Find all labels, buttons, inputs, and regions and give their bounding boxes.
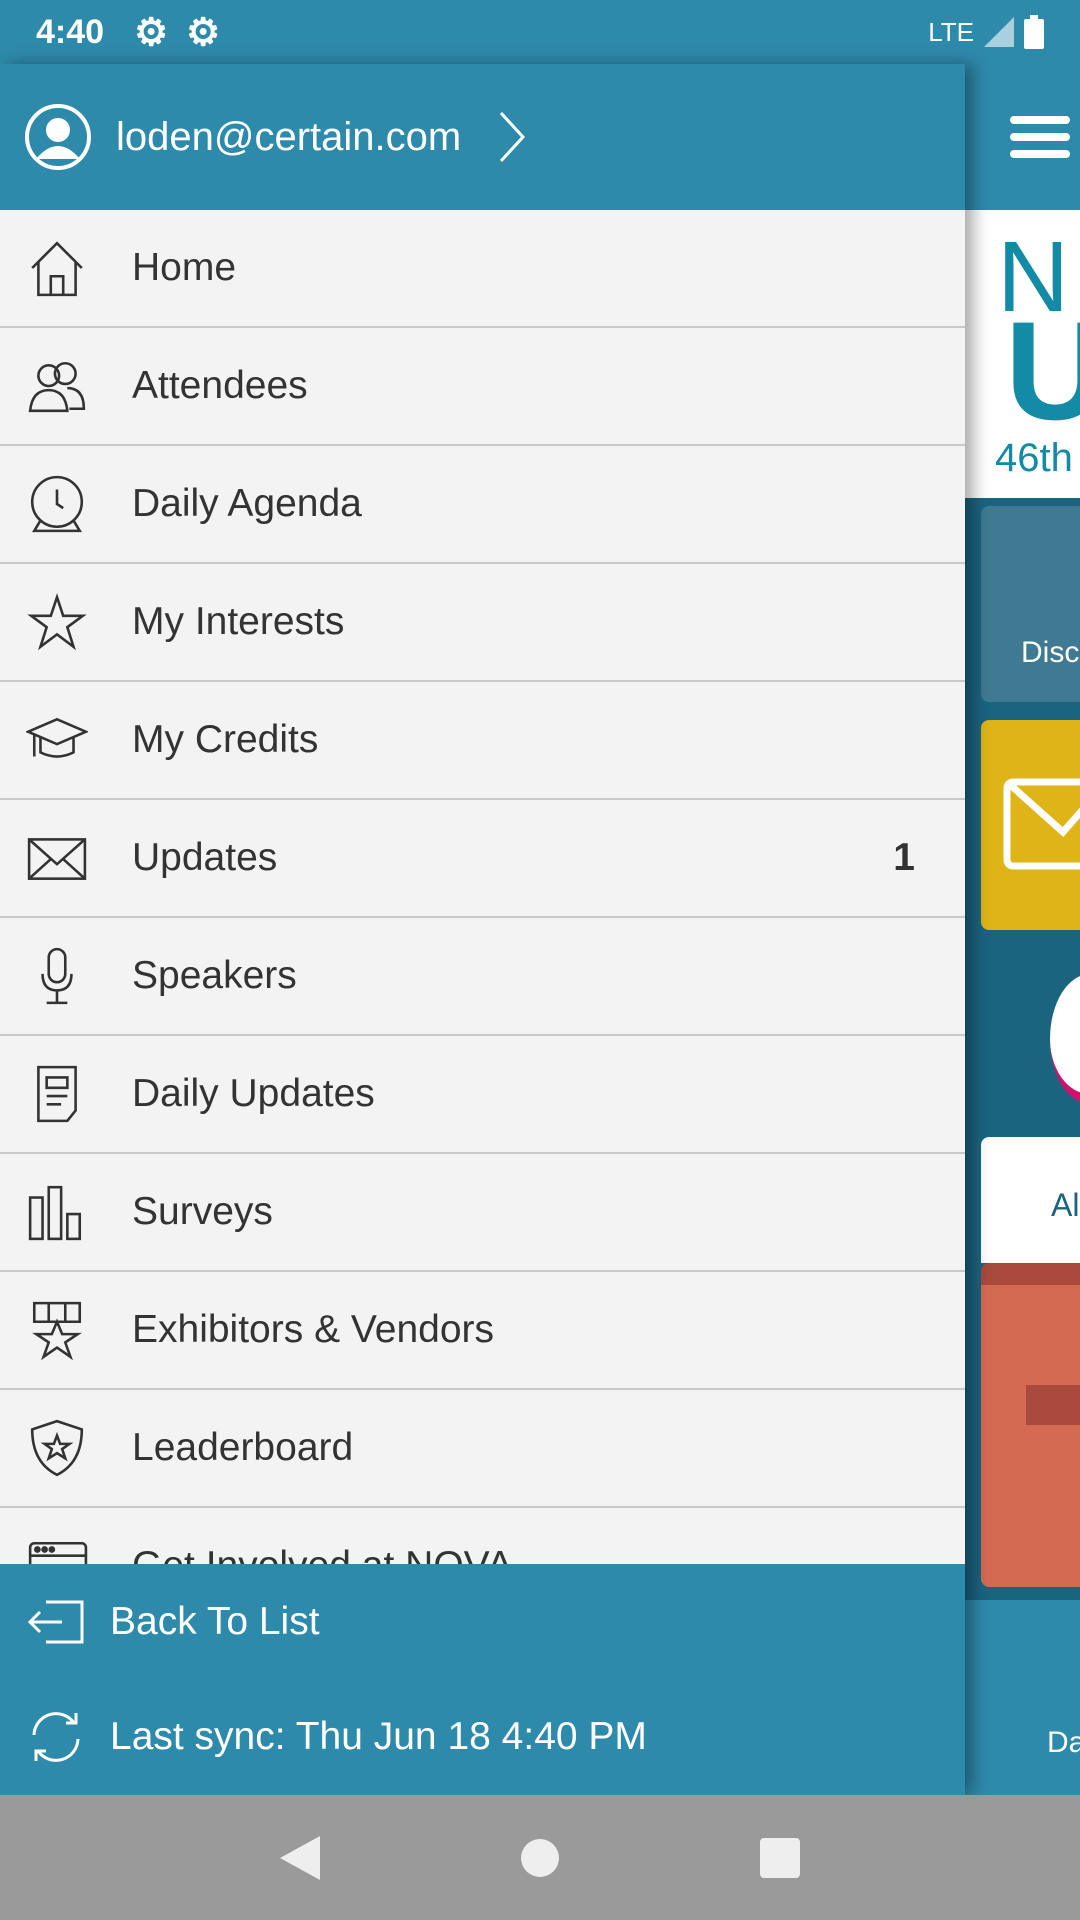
menu-item-leaderboard[interactable]: Leaderboard bbox=[0, 1390, 965, 1508]
browser-window-icon bbox=[28, 1541, 88, 1564]
envelope-icon bbox=[27, 838, 87, 880]
updates-count-badge: 1 bbox=[893, 836, 915, 879]
star-icon bbox=[27, 593, 87, 651]
system-nav-bar bbox=[0, 1795, 1080, 1920]
menu-item-my-credits[interactable]: My Credits bbox=[0, 682, 965, 800]
discover-tile[interactable]: Disc bbox=[981, 506, 1080, 702]
home-icon bbox=[31, 241, 83, 297]
messages-tile[interactable] bbox=[981, 720, 1080, 930]
document-icon bbox=[37, 1065, 77, 1123]
hamburger-menu-icon[interactable] bbox=[1010, 114, 1070, 160]
menu-item-speakers[interactable]: Speakers bbox=[0, 918, 965, 1036]
user-email: loden@certain.com bbox=[116, 114, 462, 159]
bottom-tab[interactable]: Da bbox=[965, 1600, 1080, 1795]
menu-item-surveys[interactable]: Surveys bbox=[0, 1154, 965, 1272]
menu-item-get-involved[interactable]: Get Involved at NOVA bbox=[0, 1508, 965, 1564]
network-type: LTE bbox=[928, 16, 974, 47]
clock-icon bbox=[30, 475, 84, 533]
menu-item-home[interactable]: Home bbox=[0, 210, 965, 328]
exhibitor-star-icon bbox=[32, 1301, 82, 1361]
account-header[interactable]: loden@certain.com bbox=[0, 64, 965, 210]
recents-icon[interactable] bbox=[760, 1837, 800, 1878]
home-screen-background: N U 46th Disc Al Da bbox=[965, 64, 1080, 1795]
sync-icon bbox=[32, 1711, 80, 1762]
status-bar: 4:40 ⚙ ⚙ LTE bbox=[0, 0, 1080, 64]
menu-item-my-interests[interactable]: My Interests bbox=[0, 564, 965, 682]
home-nav-icon[interactable] bbox=[520, 1838, 560, 1878]
settings-icon: ⚙ bbox=[134, 11, 169, 54]
back-to-list-button[interactable]: Back To List bbox=[0, 1564, 965, 1679]
clock: 4:40 bbox=[36, 12, 105, 51]
user-avatar-icon bbox=[25, 104, 91, 170]
event-logo: N U 46th bbox=[965, 210, 1080, 498]
drawer-footer: Back To List Last sync: Thu Jun 18 4:40 … bbox=[0, 1564, 965, 1795]
shield-star-icon bbox=[30, 1419, 84, 1477]
chevron-right-icon[interactable] bbox=[497, 110, 527, 164]
menu-item-daily-agenda[interactable]: Daily Agenda bbox=[0, 446, 965, 564]
menu-item-daily-updates[interactable]: Daily Updates bbox=[0, 1036, 965, 1154]
signal-icon bbox=[984, 17, 1014, 47]
menu-list[interactable]: Home Attendees Daily Agenda My Interests… bbox=[0, 210, 965, 1564]
banner-tile[interactable] bbox=[981, 1263, 1080, 1587]
envelope-icon bbox=[1003, 778, 1080, 870]
menu-item-exhibitors-vendors[interactable]: Exhibitors & Vendors bbox=[0, 1272, 965, 1390]
back-icon[interactable] bbox=[280, 1835, 320, 1880]
graduation-cap-icon bbox=[26, 717, 88, 758]
sync-button[interactable]: Last sync: Thu Jun 18 4:40 PM bbox=[0, 1679, 965, 1794]
bar-chart-icon bbox=[28, 1185, 82, 1241]
card[interactable]: Al bbox=[981, 1137, 1080, 1263]
settings-icon: ⚙ bbox=[186, 11, 221, 54]
exit-icon bbox=[27, 1600, 84, 1643]
avatar-graphic bbox=[1050, 974, 1080, 1104]
navigation-drawer: loden@certain.com Home Attendees Daily A… bbox=[0, 64, 965, 1795]
menu-item-attendees[interactable]: Attendees bbox=[0, 328, 965, 446]
menu-item-updates[interactable]: Updates 1 bbox=[0, 800, 965, 918]
microphone-icon bbox=[41, 947, 73, 1005]
people-icon bbox=[28, 361, 86, 413]
battery-icon bbox=[1024, 15, 1044, 49]
